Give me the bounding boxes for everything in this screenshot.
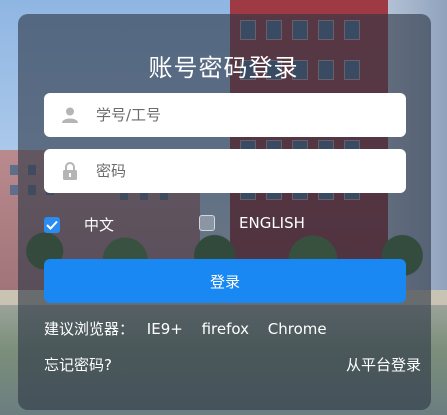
browser-prefix: 建议浏览器： (44, 320, 135, 338)
username-field[interactable] (44, 93, 406, 137)
language-label-chinese: 中文 (84, 216, 115, 234)
platform-login-link[interactable]: 从平台登录 (346, 354, 421, 375)
login-title: 账号密码登录 (148, 54, 299, 82)
browser-item: IE9+ (146, 320, 183, 338)
browser-item: Chrome (267, 320, 327, 338)
language-option-english[interactable]: ENGLISH (199, 214, 305, 232)
checkbox-english[interactable] (199, 215, 215, 231)
password-field[interactable] (44, 149, 406, 193)
browser-item: firefox (201, 320, 249, 338)
checkbox-chinese[interactable] (44, 216, 60, 233)
check-icon (46, 220, 58, 230)
language-label-english: ENGLISH (239, 214, 305, 232)
user-icon (58, 103, 82, 127)
login-button[interactable]: 登录 (44, 259, 406, 303)
forgot-password-link[interactable]: 忘记密码? (44, 354, 112, 375)
language-option-chinese[interactable]: 中文 (44, 214, 114, 235)
browser-recommendation: 建议浏览器： IE9+ firefox Chrome (44, 318, 341, 339)
password-input[interactable] (94, 161, 406, 181)
lock-icon (58, 159, 82, 183)
username-input[interactable] (94, 105, 406, 125)
